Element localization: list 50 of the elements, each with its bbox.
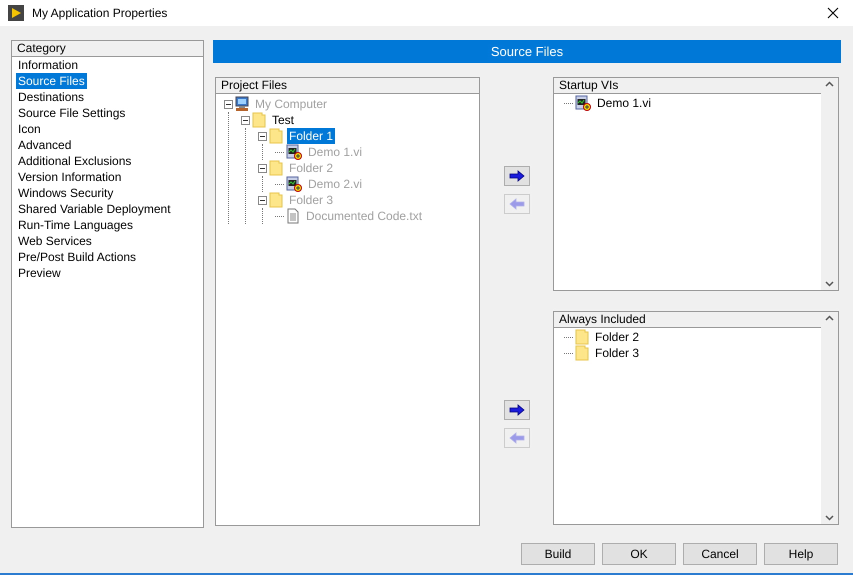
category-item[interactable]: Pre/Post Build Actions [16, 249, 138, 265]
folder-icon [269, 160, 283, 176]
dialog-button[interactable]: OK [602, 543, 676, 565]
category-item[interactable]: Web Services [16, 233, 94, 249]
category-item[interactable]: Version Information [16, 169, 124, 185]
arrow-left-icon [508, 198, 524, 210]
computer-icon [235, 96, 249, 112]
scroll-down-icon[interactable] [825, 281, 834, 287]
list-item[interactable]: Folder 3 [593, 345, 642, 361]
window-title: My Application Properties [32, 6, 168, 20]
dialog-button[interactable]: Cancel [683, 543, 757, 565]
category-item[interactable]: Source File Settings [16, 105, 128, 121]
vi-file-icon [575, 95, 591, 111]
category-item[interactable]: Run-Time Languages [16, 217, 135, 233]
add-button[interactable] [504, 400, 530, 420]
folder-icon [252, 112, 266, 128]
vi-file-icon [286, 176, 302, 192]
category-item[interactable]: Destinations [16, 89, 86, 105]
folder-icon [575, 329, 589, 345]
category-item[interactable]: Additional Exclusions [16, 153, 134, 169]
arrow-right-icon [508, 404, 524, 416]
dialog-button[interactable]: Build [521, 543, 595, 565]
category-item[interactable]: Windows Security [16, 185, 116, 201]
list-heading: Project Files [216, 78, 479, 94]
app-icon [8, 5, 24, 21]
page-title: Source Files [213, 40, 841, 63]
close-icon[interactable] [827, 7, 839, 19]
scroll-up-icon[interactable] [825, 315, 834, 321]
list-heading: Startup VIs [554, 78, 821, 94]
category-item[interactable]: Information [16, 57, 80, 73]
list-heading: Always Included [554, 312, 821, 328]
vi-file-icon [286, 144, 302, 160]
category-item[interactable]: Icon [16, 121, 43, 137]
category-item[interactable]: Shared Variable Deployment [16, 201, 173, 217]
folder-icon [575, 345, 589, 361]
scroll-up-icon[interactable] [825, 81, 834, 87]
add-button[interactable] [504, 166, 530, 186]
scroll-down-icon[interactable] [825, 515, 834, 521]
list-heading: Category [12, 41, 203, 57]
category-item[interactable]: Source Files [16, 73, 87, 89]
list-item[interactable]: Folder 2 [593, 329, 642, 345]
folder-icon [269, 128, 283, 144]
category-item[interactable]: Preview [16, 265, 63, 281]
category-item[interactable]: Advanced [16, 137, 74, 153]
arrow-right-icon [508, 170, 524, 182]
arrow-left-icon [508, 432, 524, 444]
list-item[interactable]: Demo 1.vi [595, 95, 654, 111]
folder-icon [269, 192, 283, 208]
document-icon [286, 208, 300, 224]
dialog-button[interactable]: Help [764, 543, 838, 565]
